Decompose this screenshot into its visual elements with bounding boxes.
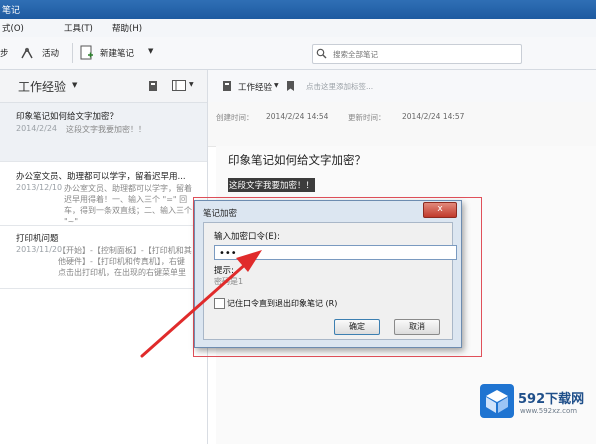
logo-icon — [480, 384, 514, 418]
watermark-brand: 592下载网 — [518, 392, 585, 407]
annotation-arrow — [140, 250, 262, 358]
watermark-url: www.592xz.com — [520, 407, 578, 415]
